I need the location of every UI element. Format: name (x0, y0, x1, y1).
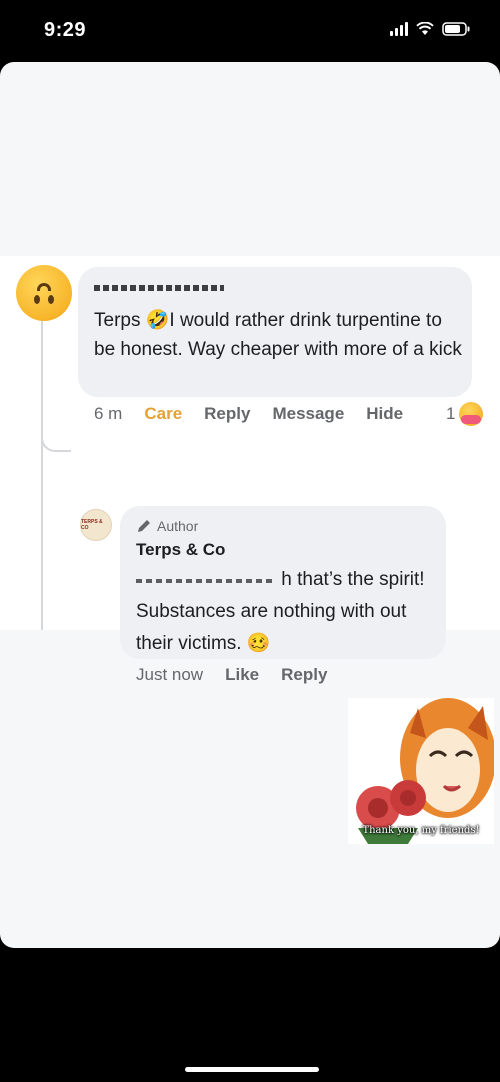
sticker-image[interactable]: Thank you, my friends! (348, 698, 494, 844)
reaction-count: 1 (446, 404, 456, 423)
reply-reply-button[interactable]: Reply (281, 665, 327, 685)
avatar-brand-text: TERPS & CO (81, 519, 103, 531)
sticker-caption: Thank you, my friends! (362, 825, 480, 836)
reaction-summary[interactable]: 1 (446, 402, 484, 426)
message-button[interactable]: Message (272, 404, 344, 424)
care-emoji-icon (459, 402, 484, 426)
thread-connector (41, 432, 71, 452)
status-time: 9:29 (44, 19, 87, 41)
reply-author-name[interactable]: Terps & Co (136, 540, 225, 560)
thread-line (41, 320, 43, 630)
redacted-mention (136, 579, 276, 583)
reply-text-rest: Substances are nothing with out their vi… (136, 601, 407, 654)
pencil-icon (138, 520, 150, 532)
like-button[interactable]: Like (225, 665, 259, 685)
reply-text: h that’s the spirit! Substances are noth… (136, 564, 436, 660)
redacted-commenter-name (94, 285, 224, 291)
comment-bubble[interactable]: Terps 🤣I would rather drink turpentine t… (78, 267, 472, 397)
care-button[interactable]: Care (144, 404, 182, 424)
commenter-avatar[interactable] (16, 265, 72, 321)
sticker-illustration (356, 698, 494, 844)
avatar-eye-right (48, 295, 54, 304)
reply-text-after-mention: h that’s the spirit! (281, 569, 425, 590)
terps-avatar[interactable]: TERPS & CO (80, 509, 112, 541)
reply-bubble[interactable]: Author Terps & Co h that’s the spirit! S… (120, 506, 446, 659)
battery-icon (442, 22, 470, 36)
signal-icon (390, 22, 408, 36)
hide-button[interactable]: Hide (366, 404, 403, 424)
author-badge-label: Author (157, 518, 199, 534)
wifi-icon (416, 22, 434, 36)
comment-time: 6 m (94, 404, 123, 423)
author-badge: Author (136, 518, 198, 534)
reply-button[interactable]: Reply (204, 404, 250, 424)
reply-actions: Just now Like Reply (136, 665, 349, 685)
status-bar: 9:29 (0, 0, 500, 62)
avatar-eye-left (34, 295, 40, 304)
avatar-mouth (37, 283, 51, 291)
home-indicator (185, 1067, 319, 1072)
comment-actions: 6 m Care Reply Message Hide (94, 404, 425, 424)
comment-text: Terps 🤣I would rather drink turpentine t… (94, 310, 462, 360)
status-icons (390, 22, 470, 36)
reply-time: Just now (136, 665, 204, 684)
